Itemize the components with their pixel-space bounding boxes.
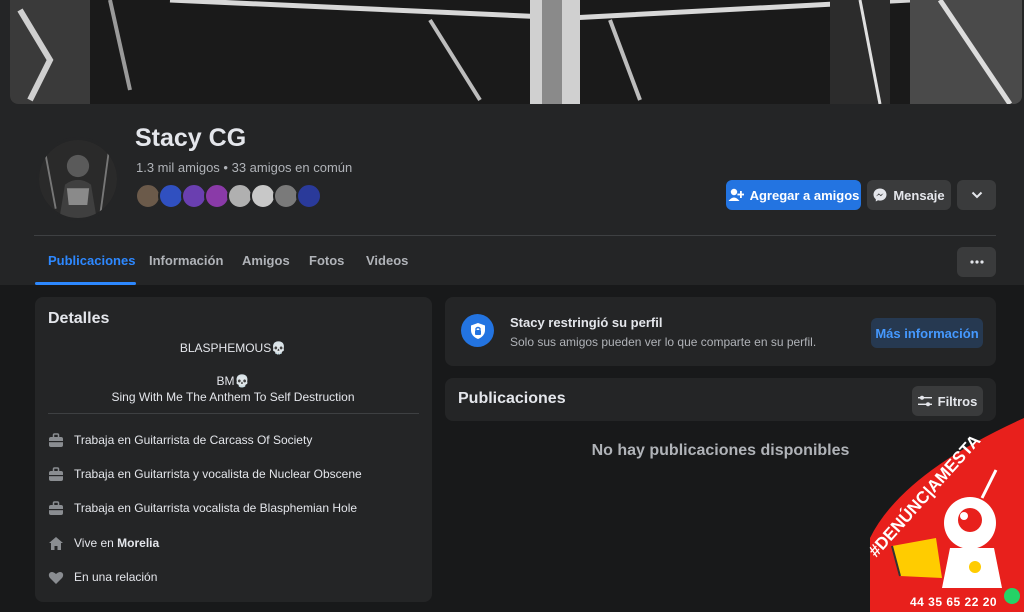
details-title: Detalles bbox=[48, 310, 110, 327]
details-divider bbox=[48, 413, 419, 414]
briefcase-icon bbox=[49, 432, 63, 447]
tab-fotos[interactable]: Fotos bbox=[309, 253, 344, 268]
chevron-down-icon bbox=[971, 191, 982, 199]
add-friend-label: Agregar a amigos bbox=[749, 187, 860, 203]
add-friend-button[interactable]: Agregar a amigos bbox=[726, 180, 861, 210]
tab-informacion[interactable]: Información bbox=[149, 253, 223, 268]
tab-videos[interactable]: Videos bbox=[366, 253, 408, 268]
detail-lives: Vive en Morelia bbox=[48, 534, 159, 552]
posts-title: Publicaciones bbox=[458, 390, 566, 407]
detail-text[interactable]: Trabaja en Guitarrista y vocalista de Nu… bbox=[74, 467, 362, 481]
tab-amigos[interactable]: Amigos bbox=[242, 253, 290, 268]
message-label: Mensaje bbox=[893, 187, 945, 203]
detail-work: Trabaja en Guitarrista de Carcass Of Soc… bbox=[48, 431, 312, 449]
bio-line: BLASPHEMOUS💀 bbox=[179, 341, 287, 355]
tabs-more-button[interactable] bbox=[957, 247, 996, 277]
shield-icon bbox=[470, 322, 485, 339]
filters-button[interactable]: Filtros bbox=[912, 386, 983, 416]
detail-text: En una relación bbox=[74, 570, 158, 584]
restriction-badge bbox=[461, 314, 494, 347]
friends-count[interactable]: 1.3 mil amigos • 33 amigos en común bbox=[136, 160, 352, 175]
more-info-button[interactable]: Más información bbox=[871, 318, 983, 348]
bio-line: BM💀 bbox=[216, 374, 250, 388]
detail-text[interactable]: Trabaja en Guitarrista de Carcass Of Soc… bbox=[74, 433, 312, 447]
more-dots-icon bbox=[969, 260, 984, 264]
heart-icon bbox=[48, 571, 64, 584]
lives-prefix: Vive en bbox=[74, 536, 118, 550]
tab-publicaciones[interactable]: Publicaciones bbox=[48, 253, 135, 268]
briefcase-icon bbox=[49, 500, 63, 515]
add-user-icon bbox=[728, 188, 744, 201]
profile-name: Stacy CG bbox=[135, 124, 247, 152]
active-tab-indicator bbox=[35, 282, 136, 285]
denunciamesta-watermark: #DENÚNC|AMESTA bbox=[862, 418, 1024, 612]
detail-work: Trabaja en Guitarrista vocalista de Blas… bbox=[48, 499, 357, 517]
cover-photo[interactable] bbox=[10, 0, 1022, 104]
message-button[interactable]: Mensaje bbox=[867, 180, 951, 210]
detail-text: Vive en Morelia bbox=[74, 536, 159, 550]
messenger-icon bbox=[873, 188, 887, 202]
lives-city[interactable]: Morelia bbox=[117, 536, 159, 550]
restriction-subtitle: Solo sus amigos pueden ver lo que compar… bbox=[510, 335, 817, 349]
more-options-button[interactable] bbox=[957, 180, 996, 210]
tabs-divider bbox=[34, 235, 996, 236]
bio-line: Sing With Me The Anthem To Self Destruct… bbox=[111, 390, 355, 404]
briefcase-icon bbox=[49, 466, 63, 481]
filters-icon bbox=[917, 395, 932, 407]
watermark-phone: 44 35 65 22 20 bbox=[910, 595, 998, 609]
detail-work: Trabaja en Guitarrista y vocalista de Nu… bbox=[48, 465, 362, 483]
detail-text[interactable]: Trabaja en Guitarrista vocalista de Blas… bbox=[74, 501, 357, 515]
profile-avatar[interactable] bbox=[36, 137, 120, 221]
detail-relationship: En una relación bbox=[48, 568, 157, 586]
restriction-title: Stacy restringió su perfil bbox=[510, 315, 663, 330]
filters-label: Filtros bbox=[937, 393, 978, 409]
home-icon bbox=[49, 536, 63, 550]
mutual-friend-avatar[interactable] bbox=[296, 183, 322, 209]
